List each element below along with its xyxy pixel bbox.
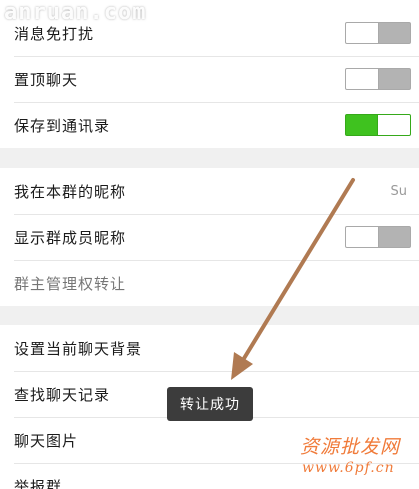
my-nickname-label: 我在本群的昵称 xyxy=(14,182,127,201)
watermark-bottom-title: 资源批发网 xyxy=(300,436,401,458)
save-contacts-toggle[interactable] xyxy=(345,114,411,136)
pin-toggle[interactable] xyxy=(345,68,411,90)
watermark-top: anruan.com xyxy=(4,0,147,25)
toggle-knob xyxy=(346,69,379,89)
mute-label: 消息免打扰 xyxy=(14,24,95,43)
toggle-knob xyxy=(377,115,410,135)
my-nickname-row[interactable]: 我在本群的昵称 Su xyxy=(0,168,419,214)
find-history-label: 查找聊天记录 xyxy=(14,385,111,404)
report-label: 举报群 xyxy=(14,477,63,489)
settings-group-2: 我在本群的昵称 Su 显示群成员昵称 群主管理权转让 xyxy=(0,168,419,306)
my-nickname-value: Su xyxy=(390,183,408,199)
toggle-knob xyxy=(346,227,379,247)
save-contacts-label: 保存到通讯录 xyxy=(14,116,111,135)
show-nickname-toggle[interactable] xyxy=(345,226,411,248)
toast: 转让成功 xyxy=(167,387,253,421)
watermark-bottom-url: www.6pf.cn xyxy=(302,460,395,476)
toggle-knob xyxy=(346,23,379,43)
transfer-owner-label: 群主管理权转让 xyxy=(14,274,127,293)
show-nickname-row[interactable]: 显示群成员昵称 xyxy=(0,214,419,260)
chat-images-label: 聊天图片 xyxy=(14,431,79,450)
pin-row[interactable]: 置顶聊天 xyxy=(0,56,419,102)
show-nickname-label: 显示群成员昵称 xyxy=(14,228,127,247)
mute-toggle[interactable] xyxy=(345,22,411,44)
pin-label: 置顶聊天 xyxy=(14,70,79,89)
set-background-row[interactable]: 设置当前聊天背景 xyxy=(0,325,419,371)
set-background-label: 设置当前聊天背景 xyxy=(14,339,143,358)
save-contacts-row[interactable]: 保存到通讯录 xyxy=(0,102,419,148)
transfer-owner-row[interactable]: 群主管理权转让 xyxy=(0,260,419,306)
